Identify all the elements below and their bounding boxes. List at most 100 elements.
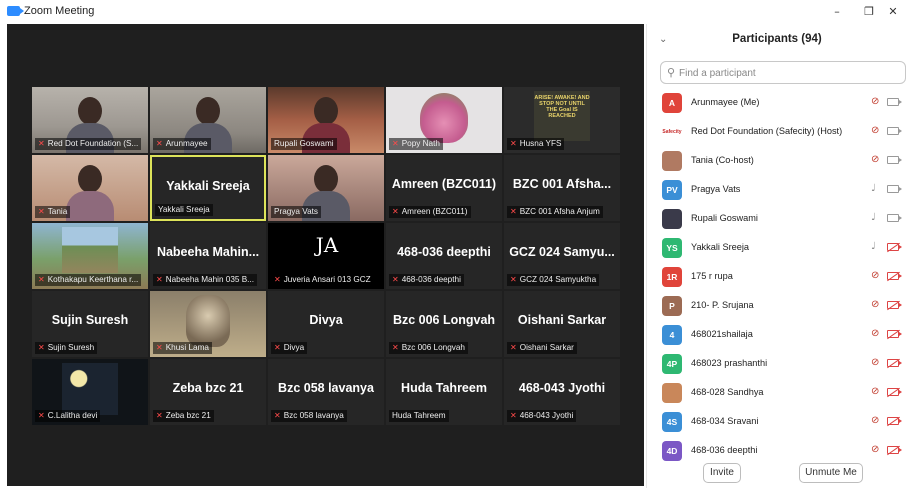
tile-name-text: Tania	[47, 207, 68, 216]
unmute-me-button[interactable]: Unmute Me	[799, 463, 863, 483]
video-off-icon[interactable]	[887, 417, 902, 425]
mic-icon[interactable]: ♩	[871, 241, 876, 252]
tile-name-label: ✕ Bzc 006 Longvah	[389, 342, 468, 354]
participant-row[interactable]: Safecity Red Dot Foundation (Safecity) (H…	[647, 118, 906, 147]
video-off-icon[interactable]	[887, 330, 902, 338]
video-tile[interactable]: ARISE! AWAKE! AND STOP NOT UNTIL THE Goa…	[504, 87, 620, 153]
video-off-icon[interactable]	[887, 359, 902, 367]
invite-button[interactable]: Invite	[703, 463, 741, 483]
avatar: 4	[662, 325, 682, 345]
zoom-logo-icon	[7, 6, 24, 16]
mic-icon[interactable]: ♩	[871, 183, 876, 194]
tile-name-label: Huda Tahreem	[389, 410, 449, 422]
video-tile[interactable]: ✕ C.Lalitha devi	[32, 359, 148, 425]
participant-row[interactable]: 468-028 Sandhya ⊘	[647, 379, 906, 408]
video-tile[interactable]: BZC 001 Afsha... ✕ BZC 001 Afsha Anjum	[504, 155, 620, 221]
mic-muted-icon[interactable]: ⊘	[871, 357, 879, 368]
video-tile[interactable]: Bzc 006 Longvah ✕ Bzc 006 Longvah	[386, 291, 502, 357]
video-tile[interactable]: Sujin Suresh ✕ Sujin Suresh	[32, 291, 148, 357]
mic-muted-icon[interactable]: ⊘	[871, 154, 879, 165]
participant-display-name: Bzc 006 Longvah	[392, 313, 496, 327]
restore-button[interactable]: ❐	[858, 4, 880, 20]
participant-name: Tania (Co-host)	[691, 155, 754, 165]
video-tile[interactable]: Bzc 058 lavanya ✕ Bzc 058 lavanya	[268, 359, 384, 425]
video-off-icon[interactable]	[887, 243, 902, 251]
mic-muted-icon[interactable]: ⊘	[871, 270, 879, 281]
search-input[interactable]	[679, 65, 899, 81]
tile-name-text: Yakkali Sreeja	[158, 205, 210, 214]
initials-logo: JA	[315, 233, 339, 257]
avatar: A	[662, 93, 682, 113]
participant-row[interactable]: YS Yakkali Sreeja ♩	[647, 234, 906, 263]
video-tile[interactable]: Huda Tahreem Huda Tahreem	[386, 359, 502, 425]
mic-icon[interactable]: ♩	[871, 212, 876, 223]
video-camera-icon[interactable]	[887, 127, 902, 135]
tile-name-label: ✕ Bzc 058 lavanya	[271, 410, 347, 422]
avatar: 4P	[662, 354, 682, 374]
participant-row[interactable]: 4D 468-036 deepthi ⊘	[647, 437, 906, 466]
video-tile[interactable]: ✕ Kothakapu Keerthana r...	[32, 223, 148, 289]
mic-muted-icon[interactable]: ⊘	[871, 415, 879, 426]
mic-muted-icon[interactable]: ⊘	[871, 96, 879, 107]
mic-muted-icon[interactable]: ⊘	[871, 328, 879, 339]
participant-row[interactable]: 4 468021shailaja ⊘	[647, 321, 906, 350]
mic-muted-icon[interactable]: ⊘	[871, 299, 879, 310]
video-tile[interactable]: ✕ Red Dot Foundation (S...	[32, 87, 148, 153]
video-off-icon[interactable]	[887, 272, 902, 280]
video-tile[interactable]: Nabeeha Mahin... ✕ Nabeeha Mahin 035 B...	[150, 223, 266, 289]
close-button[interactable]: ✕	[882, 4, 904, 20]
video-tile[interactable]: 468-043 Jyothi ✕ 468-043 Jyothi	[504, 359, 620, 425]
video-tile[interactable]: Amreen (BZC011) ✕ Amreen (BZC011)	[386, 155, 502, 221]
video-off-icon[interactable]	[887, 388, 902, 396]
mic-muted-icon: ✕	[38, 275, 45, 284]
participant-row[interactable]: PV Pragya Vats ♩	[647, 176, 906, 205]
video-tile[interactable]: ✕ Tania	[32, 155, 148, 221]
mic-muted-icon: ✕	[510, 343, 517, 352]
video-camera-icon[interactable]	[887, 156, 902, 164]
video-tile[interactable]: Rupali Goswami	[268, 87, 384, 153]
mic-muted-icon[interactable]: ⊘	[871, 386, 879, 397]
participant-display-name: 468-043 Jyothi	[518, 381, 606, 395]
video-tile[interactable]: JA ✕ Juveria Ansari 013 GCZ	[268, 223, 384, 289]
participant-row[interactable]: Tania (Co-host) ⊘	[647, 147, 906, 176]
mic-muted-icon: ✕	[38, 207, 45, 216]
video-tile[interactable]: Yakkali Sreeja Yakkali Sreeja	[150, 155, 266, 221]
video-tile[interactable]: ✕ Popy Nath	[386, 87, 502, 153]
participant-row[interactable]: P 210- P. Srujana ⊘	[647, 292, 906, 321]
mic-muted-icon[interactable]: ⊘	[871, 125, 879, 136]
video-camera-icon[interactable]	[887, 185, 902, 193]
video-tile[interactable]: Oishani Sarkar ✕ Oishani Sarkar	[504, 291, 620, 357]
participant-row[interactable]: A Arunmayee (Me) ⊘	[647, 89, 906, 118]
participant-row[interactable]: 1R 175 r rupa ⊘	[647, 263, 906, 292]
mic-muted-icon: ✕	[274, 411, 281, 420]
video-off-icon[interactable]	[887, 446, 902, 454]
participant-status-icons: ⊘	[871, 444, 906, 458]
video-tile[interactable]: Divya ✕ Divya	[268, 291, 384, 357]
video-tile[interactable]: 468-036 deepthi ✕ 468-036 deepthi	[386, 223, 502, 289]
mic-muted-icon: ✕	[510, 139, 517, 148]
tile-name-label: ✕ Divya	[271, 342, 308, 354]
minimize-button[interactable]: –	[826, 4, 848, 20]
video-camera-icon[interactable]	[887, 214, 902, 222]
mic-muted-icon: ✕	[510, 275, 517, 284]
window-title: Zoom Meeting	[24, 5, 95, 17]
video-tile[interactable]: ✕ Arunmayee	[150, 87, 266, 153]
mic-muted-icon[interactable]: ⊘	[871, 444, 879, 455]
participant-row[interactable]: 4P 468023 prashanthi ⊘	[647, 350, 906, 379]
video-tile[interactable]: Pragya Vats	[268, 155, 384, 221]
participant-row[interactable]: 4S 468-034 Sravani ⊘	[647, 408, 906, 437]
tile-name-text: Arunmayee	[165, 139, 208, 148]
participant-display-name: Divya	[309, 313, 343, 327]
video-off-icon[interactable]	[887, 301, 902, 309]
video-tile[interactable]: Zeba bzc 21 ✕ Zeba bzc 21	[150, 359, 266, 425]
participant-row[interactable]: Rupali Goswami ♩	[647, 205, 906, 234]
video-tile[interactable]: ✕ Khusi Lama	[150, 291, 266, 357]
video-tile[interactable]: GCZ 024 Samyu... ✕ GCZ 024 Samyuktha	[504, 223, 620, 289]
person-silhouette	[78, 97, 102, 125]
cat-image	[186, 295, 230, 347]
avatar	[662, 151, 682, 171]
mic-muted-icon: ✕	[392, 207, 399, 216]
tile-name-label: Pragya Vats	[271, 206, 321, 218]
video-camera-icon[interactable]	[887, 98, 902, 106]
person-silhouette	[78, 165, 102, 193]
